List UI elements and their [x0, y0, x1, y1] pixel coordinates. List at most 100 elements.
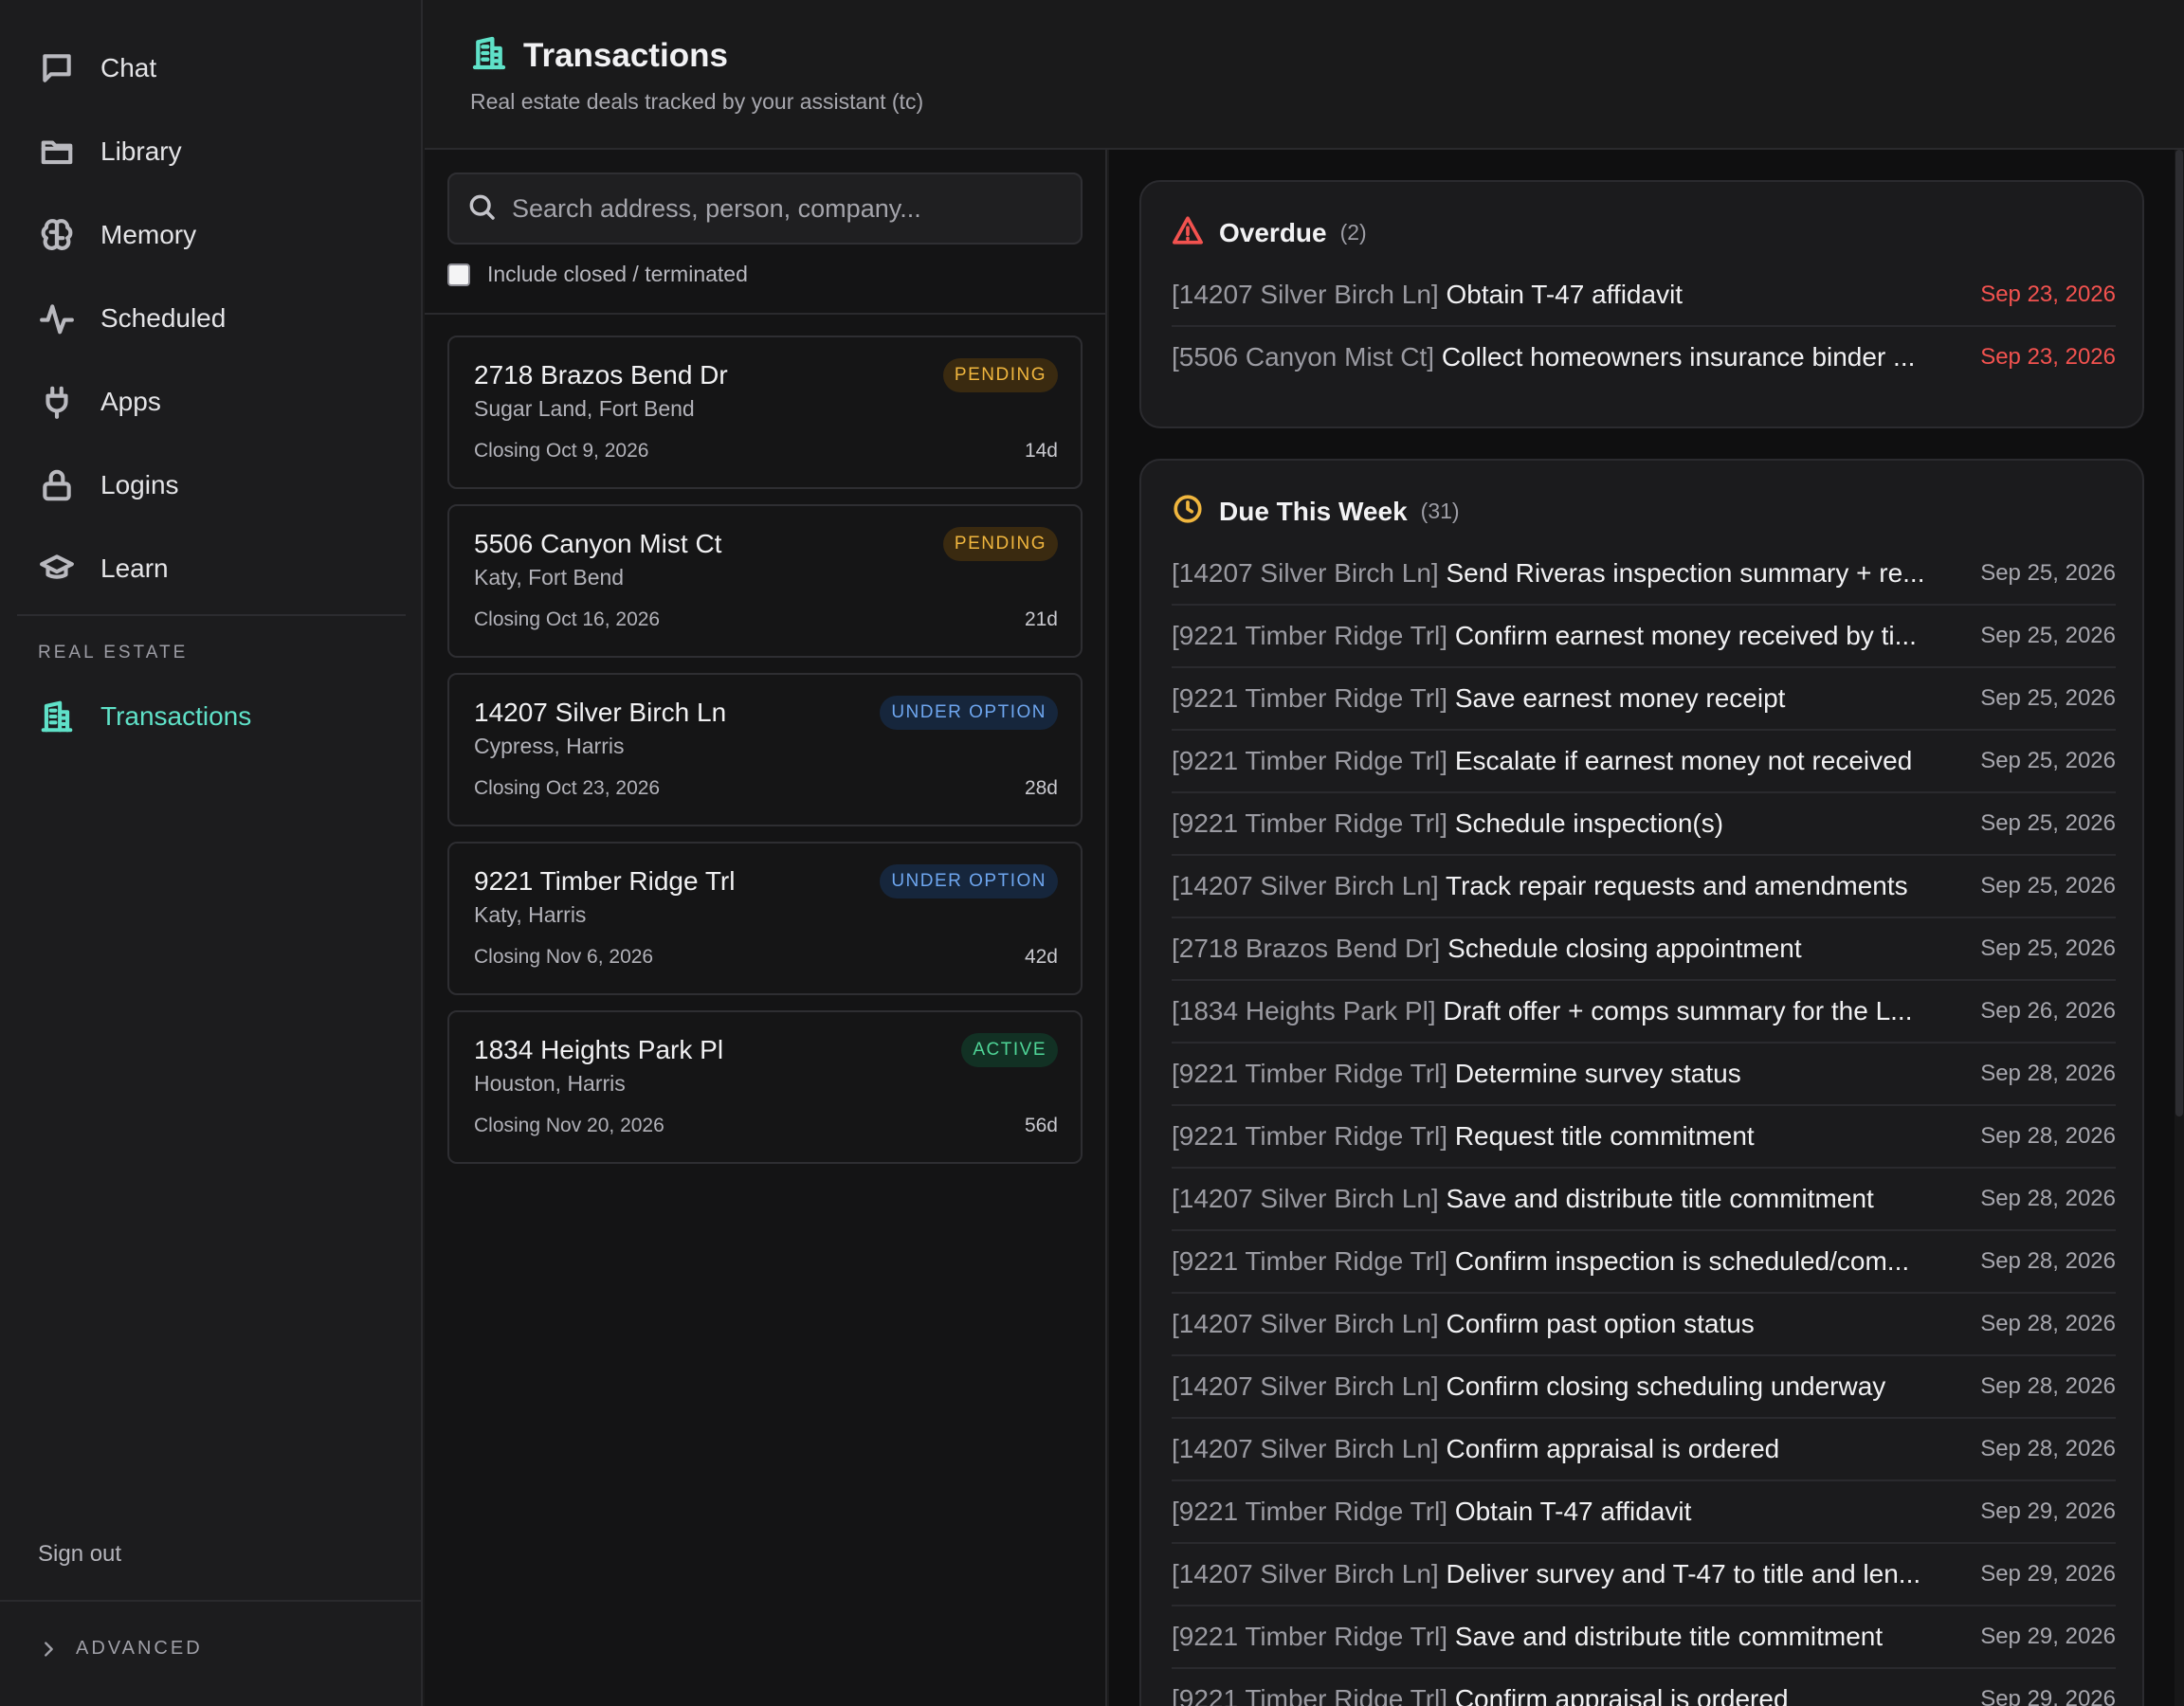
sidebar-item-library[interactable]: Library [17, 110, 406, 193]
include-closed-checkbox[interactable] [447, 263, 470, 286]
task-text: [14207 Silver Birch Ln] Send Riveras ins… [1172, 558, 1949, 589]
sidebar-item-scheduled[interactable]: Scheduled [17, 277, 406, 360]
sidebar-item-logins[interactable]: Logins [17, 444, 406, 527]
search-box[interactable] [447, 172, 1083, 245]
transaction-card[interactable]: 5506 Canyon Mist Ct PENDING Katy, Fort Ben… [447, 504, 1083, 658]
tasks-pane: Overdue (2) [14207 Silver Birch Ln] Obta… [1109, 150, 2184, 1706]
transaction-address: 2718 Brazos Bend Dr [474, 360, 728, 390]
scrollbar-thumb[interactable] [2175, 150, 2183, 1116]
task-title: Confirm earnest money received by ti... [1454, 621, 1917, 650]
task-row[interactable]: [9221 Timber Ridge Trl] Request title co… [1172, 1105, 2116, 1168]
search-input[interactable] [512, 193, 1062, 224]
due-this-week-panel: Due This Week (31) [14207 Silver Birch L… [1139, 459, 2144, 1706]
sidebar-item-label: Apps [100, 387, 161, 416]
task-due-date: Sep 25, 2026 [1980, 748, 2116, 773]
task-property-tag: [9221 Timber Ridge Trl] [1172, 1121, 1448, 1151]
include-closed-option[interactable]: Include closed / terminated [447, 262, 748, 287]
task-row[interactable]: [5506 Canyon Mist Ct] Collect homeowners… [1172, 326, 2116, 389]
task-property-tag: [9221 Timber Ridge Trl] [1172, 1059, 1448, 1088]
sidebar-item-transactions[interactable]: Transactions [17, 675, 406, 758]
task-row[interactable]: [14207 Silver Birch Ln] Send Riveras ins… [1172, 542, 2116, 605]
sidebar-item-apps[interactable]: Apps [17, 360, 406, 444]
transaction-card[interactable]: 1834 Heights Park Pl ACTIVE Houston, Harri… [447, 1010, 1083, 1164]
lock-icon [38, 466, 76, 504]
task-due-date: Sep 28, 2026 [1980, 1436, 2116, 1461]
sidebar-item-learn[interactable]: Learn [17, 527, 406, 610]
task-row[interactable]: [1834 Heights Park Pl] Draft offer + com… [1172, 980, 2116, 1043]
status-badge: UNDER OPTION [880, 696, 1058, 730]
task-property-tag: [14207 Silver Birch Ln] [1172, 280, 1439, 309]
task-title: Determine survey status [1454, 1059, 1741, 1088]
task-due-date: Sep 28, 2026 [1980, 1061, 2116, 1086]
sidebar-divider [17, 614, 406, 616]
task-row[interactable]: [9221 Timber Ridge Trl] Save and distrib… [1172, 1606, 2116, 1668]
task-property-tag: [2718 Brazos Bend Dr] [1172, 934, 1441, 963]
task-title: Confirm inspection is scheduled/com... [1454, 1246, 1910, 1276]
closing-date: Closing Oct 16, 2026 [474, 608, 661, 630]
task-title: Schedule inspection(s) [1454, 808, 1724, 838]
task-row[interactable]: [9221 Timber Ridge Trl] Save earnest mon… [1172, 667, 2116, 730]
task-title: Collect homeowners insurance binder ... [1441, 342, 1916, 372]
folder-icon [38, 133, 76, 171]
due-this-week-title: Due This Week [1219, 496, 1408, 526]
building-icon [470, 34, 523, 77]
sidebar-nav: Chat Library Memory Scheduled Apps Login… [17, 27, 406, 610]
task-row[interactable]: [14207 Silver Birch Ln] Track repair req… [1172, 855, 2116, 917]
task-row[interactable]: [9221 Timber Ridge Trl] Schedule inspect… [1172, 792, 2116, 855]
sidebar-item-memory[interactable]: Memory [17, 193, 406, 277]
plug-icon [38, 383, 76, 421]
task-property-tag: [14207 Silver Birch Ln] [1172, 1434, 1439, 1463]
days-remaining: 42d [1024, 946, 1058, 968]
overdue-count: (2) [1339, 220, 1367, 245]
task-title: Obtain T-47 affidavit [1454, 1497, 1692, 1526]
advanced-toggle[interactable]: ADVANCED [38, 1638, 203, 1660]
task-property-tag: [9221 Timber Ridge Trl] [1172, 808, 1448, 838]
task-row[interactable]: [9221 Timber Ridge Trl] Confirm appraisa… [1172, 1668, 2116, 1706]
task-title: Draft offer + comps summary for the L... [1443, 996, 1913, 1025]
task-due-date: Sep 25, 2026 [1980, 623, 2116, 648]
transaction-address: 1834 Heights Park Pl [474, 1035, 724, 1064]
transaction-card[interactable]: 14207 Silver Birch Ln UNDER OPTION Cypress… [447, 673, 1083, 826]
task-title: Schedule closing appointment [1447, 934, 1802, 963]
task-row[interactable]: [9221 Timber Ridge Trl] Determine survey… [1172, 1043, 2116, 1105]
task-property-tag: [14207 Silver Birch Ln] [1172, 871, 1439, 900]
task-due-date: Sep 28, 2026 [1980, 1186, 2116, 1211]
task-text: [14207 Silver Birch Ln] Confirm appraisa… [1172, 1434, 1949, 1464]
task-due-date: Sep 26, 2026 [1980, 998, 2116, 1024]
sidebar-item-label: Logins [100, 470, 179, 499]
task-row[interactable]: [14207 Silver Birch Ln] Deliver survey a… [1172, 1543, 2116, 1606]
due-this-week-header: Due This Week (31) [1172, 493, 1460, 530]
brain-icon [38, 216, 76, 254]
task-row[interactable]: [14207 Silver Birch Ln] Confirm appraisa… [1172, 1418, 2116, 1480]
task-due-date: Sep 28, 2026 [1980, 1311, 2116, 1336]
task-row[interactable]: [2718 Brazos Bend Dr] Schedule closing a… [1172, 917, 2116, 980]
task-row[interactable]: [9221 Timber Ridge Trl] Escalate if earn… [1172, 730, 2116, 792]
task-due-date: Sep 28, 2026 [1980, 1248, 2116, 1274]
task-text: [9221 Timber Ridge Trl] Obtain T-47 affi… [1172, 1497, 1949, 1527]
task-title: Confirm appraisal is ordered [1446, 1434, 1780, 1463]
sidebar-item-chat[interactable]: Chat [17, 27, 406, 110]
task-row[interactable]: [9221 Timber Ridge Trl] Obtain T-47 affi… [1172, 1480, 2116, 1543]
transaction-location: Sugar Land, Fort Bend [474, 396, 695, 421]
task-title: Obtain T-47 affidavit [1446, 280, 1684, 309]
task-text: [9221 Timber Ridge Trl] Escalate if earn… [1172, 746, 1949, 776]
task-row[interactable]: [14207 Silver Birch Ln] Confirm closing … [1172, 1355, 2116, 1418]
days-remaining: 21d [1024, 608, 1058, 630]
task-text: [14207 Silver Birch Ln] Confirm closing … [1172, 1371, 1949, 1402]
overdue-title: Overdue [1219, 217, 1327, 247]
task-row[interactable]: [14207 Silver Birch Ln] Save and distrib… [1172, 1168, 2116, 1230]
task-title: Confirm closing scheduling underway [1446, 1371, 1886, 1401]
task-property-tag: [9221 Timber Ridge Trl] [1172, 683, 1448, 713]
task-row[interactable]: [14207 Silver Birch Ln] Confirm past opt… [1172, 1293, 2116, 1355]
transaction-card[interactable]: 2718 Brazos Bend Dr PENDING Sugar Land, Fo… [447, 336, 1083, 489]
task-text: [9221 Timber Ridge Trl] Confirm earnest … [1172, 621, 1949, 651]
sign-out-link[interactable]: Sign out [38, 1541, 121, 1568]
task-title: Track repair requests and amendments [1446, 871, 1908, 900]
task-row[interactable]: [9221 Timber Ridge Trl] Confirm earnest … [1172, 605, 2116, 667]
transaction-card[interactable]: 9221 Timber Ridge Trl UNDER OPTION Katy, H… [447, 842, 1083, 995]
task-row[interactable]: [9221 Timber Ridge Trl] Confirm inspecti… [1172, 1230, 2116, 1293]
scrollbar[interactable] [2175, 150, 2184, 1706]
task-row[interactable]: [14207 Silver Birch Ln] Obtain T-47 affi… [1172, 263, 2116, 326]
status-badge: ACTIVE [961, 1033, 1058, 1067]
section-label: REAL ESTATE [38, 643, 189, 662]
